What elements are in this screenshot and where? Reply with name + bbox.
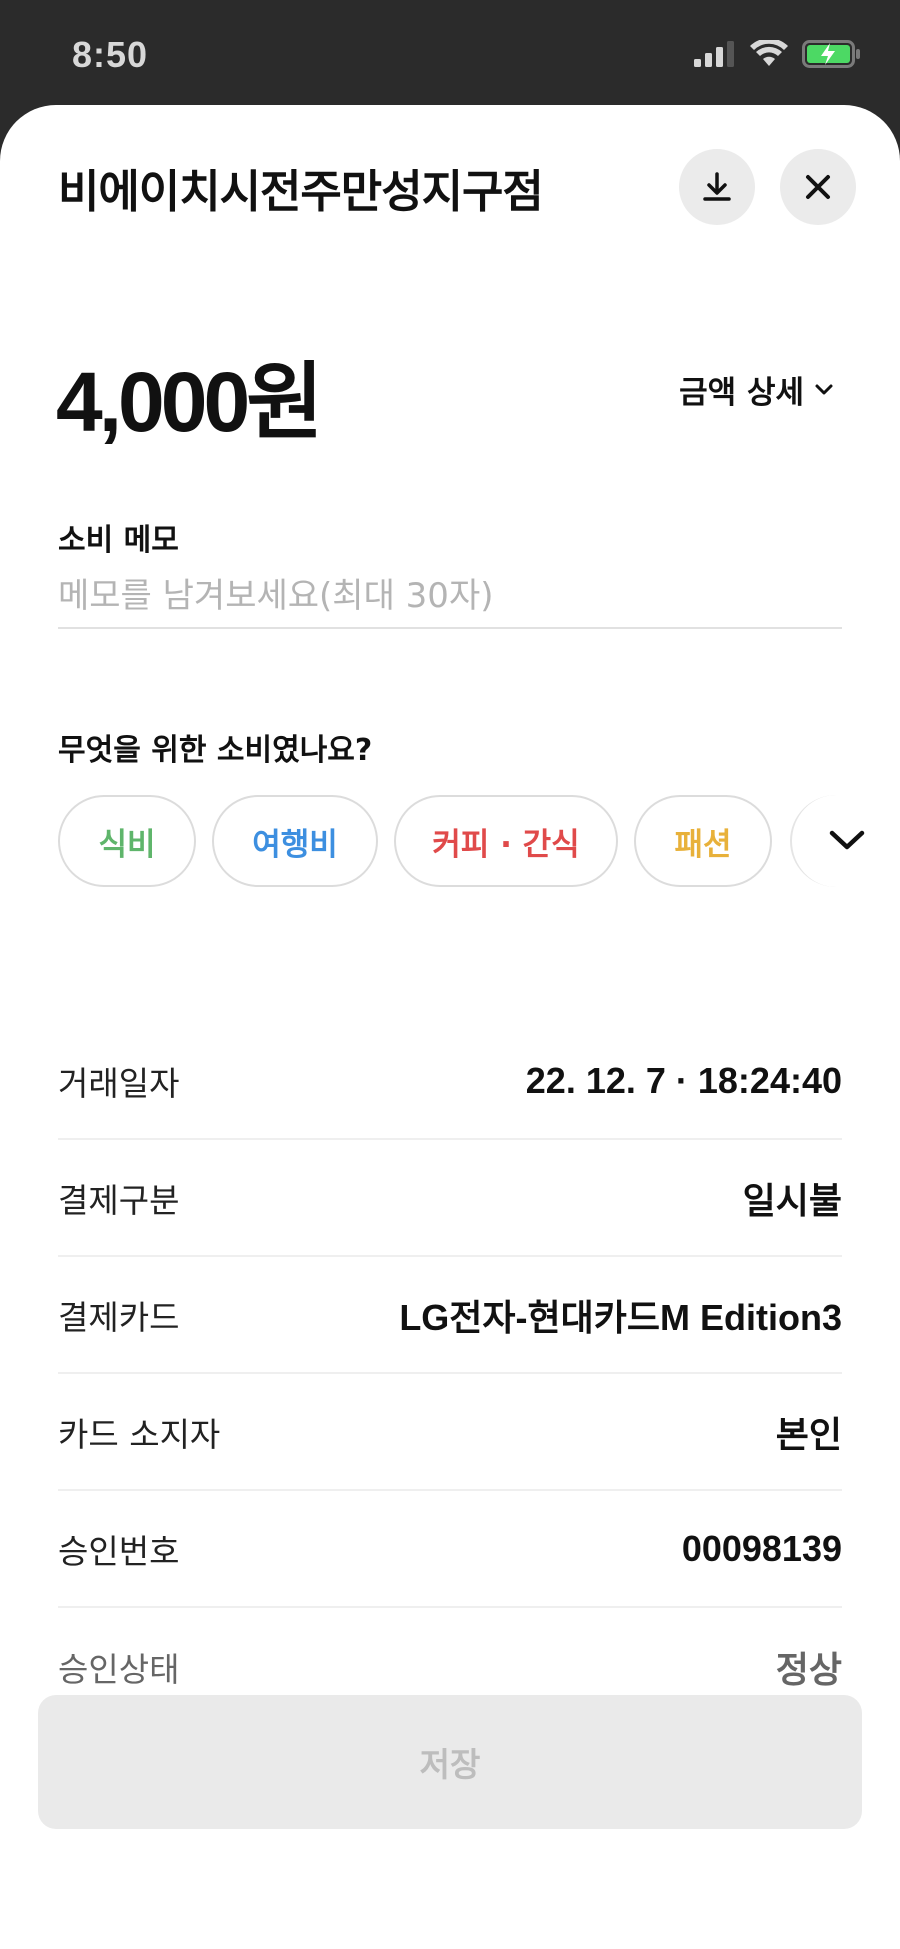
- detail-value: LG전자-현대카드M Edition3: [399, 1296, 842, 1338]
- detail-row-card-holder: 카드 소지자 본인: [58, 1374, 842, 1491]
- cellular-signal-icon: [694, 41, 734, 67]
- detail-value: 일시불: [742, 1179, 842, 1221]
- category-question: 무엇을 위한 소비였나요?: [58, 733, 373, 768]
- detail-label: 카드 소지자: [58, 1414, 221, 1454]
- chevron-down-icon: [815, 384, 833, 394]
- detail-row-approval-number: 승인번호 00098139: [58, 1491, 842, 1608]
- amount-detail-label: 금액 상세: [679, 375, 804, 411]
- detail-label: 거래일자: [58, 1063, 180, 1103]
- download-icon: [703, 172, 731, 201]
- close-button[interactable]: [780, 149, 856, 225]
- save-button[interactable]: 저장: [38, 1695, 862, 1829]
- detail-row-payment-card: 결제카드 LG전자-현대카드M Edition3: [58, 1257, 842, 1374]
- amount-value: 4,000원: [56, 355, 323, 449]
- category-chip-fashion[interactable]: 패션: [634, 795, 772, 887]
- merchant-title: 비에이치시전주만성지구점: [58, 165, 544, 218]
- memo-label: 소비 메모: [58, 523, 179, 558]
- detail-value: 본인: [775, 1413, 842, 1455]
- detail-label: 결제카드: [58, 1297, 180, 1337]
- detail-value: 정상: [775, 1648, 842, 1690]
- download-button[interactable]: [679, 149, 755, 225]
- status-time: 8:50: [72, 34, 149, 75]
- transaction-details: 거래일자 22. 12. 7 · 18:24:40 결제구분 일시불 결제카드 …: [58, 1023, 842, 1725]
- detail-value: 00098139: [681, 1527, 842, 1569]
- amount-detail-toggle[interactable]: 금액 상세: [679, 367, 834, 412]
- detail-value: 22. 12. 7 · 18:24:40: [525, 1059, 842, 1101]
- wifi-icon: [750, 40, 788, 66]
- detail-row-payment-type: 결제구분 일시불: [58, 1140, 842, 1257]
- detail-row-transaction-date: 거래일자 22. 12. 7 · 18:24:40: [58, 1023, 842, 1140]
- memo-input[interactable]: [58, 565, 842, 629]
- close-icon: [806, 175, 830, 199]
- transaction-detail-sheet: 비에이치시전주만성지구점 4,000원 금액 상세 소비 메모 무엇을 위한 소…: [0, 105, 900, 1949]
- expand-categories-button[interactable]: [790, 795, 900, 887]
- category-chip-coffee-snack[interactable]: 커피 · 간식: [394, 795, 618, 887]
- category-chip-travel[interactable]: 여행비: [212, 795, 378, 887]
- detail-label: 승인상태: [58, 1649, 180, 1689]
- detail-label: 결제구분: [58, 1180, 180, 1220]
- category-chip-food[interactable]: 식비: [58, 795, 196, 887]
- status-icons: [694, 40, 862, 68]
- status-bar: 8:50: [0, 0, 900, 110]
- category-chips: 식비 여행비 커피 · 간식 패션: [58, 795, 772, 887]
- detail-label: 승인번호: [58, 1531, 180, 1571]
- chevron-down-icon: [829, 830, 865, 850]
- battery-charging-icon: [802, 40, 860, 68]
